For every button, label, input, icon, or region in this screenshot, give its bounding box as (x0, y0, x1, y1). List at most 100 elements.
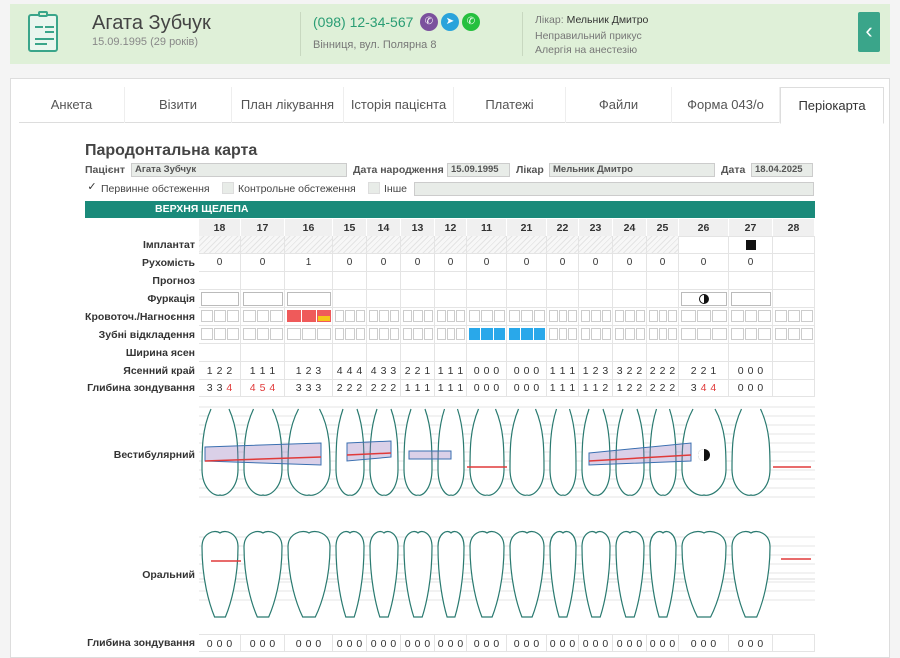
cell-bleeding[interactable] (507, 308, 547, 326)
gingival_margin-value[interactable]: 0 (524, 365, 530, 377)
plaque-box[interactable] (731, 328, 744, 340)
probing_depth-value[interactable]: 0 (493, 382, 499, 394)
cell-probing_depth[interactable]: 000 (507, 379, 547, 397)
cell-bleeding[interactable] (199, 308, 241, 326)
bleeding-box[interactable] (712, 310, 727, 322)
patient-phone[interactable]: (098) 12-34-567 (313, 14, 413, 30)
cell-mobility[interactable]: 0 (333, 254, 367, 272)
bleeding-box[interactable] (256, 310, 270, 322)
plaque-box[interactable] (558, 328, 568, 340)
probing-depth-bottom-value[interactable]: 0 (583, 638, 589, 650)
cell-gingiva_width[interactable] (435, 344, 467, 362)
cell-implant[interactable] (507, 236, 547, 254)
bleeding-box[interactable] (625, 310, 635, 322)
cell-gingiva_width[interactable] (467, 344, 507, 362)
tooth-number[interactable]: 21 (507, 219, 547, 237)
gingival_margin-value[interactable]: 1 (710, 365, 716, 377)
cell-gingival_margin[interactable]: 322 (613, 362, 647, 380)
probing_depth-value[interactable]: 1 (448, 382, 454, 394)
cell-gingiva_width[interactable] (773, 344, 815, 362)
probing-depth-bottom-value[interactable]: 0 (448, 638, 454, 650)
gingival_margin-value[interactable]: 2 (691, 365, 697, 377)
cell-mobility[interactable]: 0 (729, 254, 773, 272)
cell-probing-depth-bottom[interactable]: 000 (679, 634, 729, 652)
plaque-box[interactable] (423, 328, 433, 340)
probing_depth-value[interactable]: 2 (660, 382, 666, 394)
probing-depth-bottom-value[interactable]: 0 (748, 638, 754, 650)
bleeding-box[interactable] (649, 310, 658, 322)
cell-gingival_margin[interactable]: 221 (679, 362, 729, 380)
bleeding-box[interactable] (403, 310, 413, 322)
cell-bleeding[interactable] (367, 308, 401, 326)
gingival_margin-value[interactable]: 4 (356, 365, 362, 377)
cell-plaque[interactable] (435, 326, 467, 344)
probing_depth-value[interactable]: 3 (306, 382, 312, 394)
gingival_margin-value[interactable]: 2 (593, 365, 599, 377)
probing_depth-value[interactable]: 2 (669, 382, 675, 394)
cell-bleeding[interactable] (241, 308, 285, 326)
cell-implant[interactable] (613, 236, 647, 254)
probing_depth-value[interactable]: 2 (347, 382, 353, 394)
gingival_margin-value[interactable]: 1 (438, 365, 444, 377)
cell-plaque[interactable] (199, 326, 241, 344)
cell-prognosis[interactable] (773, 272, 815, 290)
probing-depth-bottom-value[interactable]: 0 (550, 638, 556, 650)
plaque-box[interactable] (446, 328, 456, 340)
cell-plaque[interactable] (401, 326, 435, 344)
tooth-number[interactable]: 13 (401, 219, 435, 237)
probing-depth-bottom-value[interactable]: 0 (306, 638, 312, 650)
probing-depth-bottom-value[interactable]: 0 (347, 638, 353, 650)
cell-implant[interactable] (333, 236, 367, 254)
gingival_margin-value[interactable]: 4 (347, 365, 353, 377)
probing_depth-value[interactable]: 1 (569, 382, 575, 394)
cell-probing_depth[interactable]: 454 (241, 379, 285, 397)
plaque-box[interactable] (581, 328, 591, 340)
gingival_margin-value[interactable]: 0 (514, 365, 520, 377)
doctor-field[interactable]: Мельник Дмитро (549, 163, 715, 177)
cell-mobility[interactable]: 0 (435, 254, 467, 272)
cell-mobility[interactable]: 0 (199, 254, 241, 272)
cell-probing_depth[interactable] (773, 379, 815, 397)
gingival_margin-value[interactable]: 1 (550, 365, 556, 377)
probing_depth-value[interactable]: 2 (371, 382, 377, 394)
plaque-box[interactable] (568, 328, 577, 340)
probing-depth-bottom-value[interactable]: 0 (371, 638, 377, 650)
bleeding-box[interactable] (758, 310, 771, 322)
whatsapp-icon[interactable]: ✆ (462, 13, 480, 31)
cell-probing-depth-bottom[interactable]: 000 (401, 634, 435, 652)
probing_depth-value[interactable]: 4 (226, 382, 232, 394)
bleeding-box[interactable] (446, 310, 456, 322)
cell-furcation[interactable] (241, 290, 285, 308)
cell-prognosis[interactable] (199, 272, 241, 290)
cell-bleeding[interactable] (467, 308, 507, 326)
cell-plaque[interactable] (467, 326, 507, 344)
tab-6[interactable]: Форма 043/о (672, 87, 780, 123)
gingival_margin-value[interactable]: 3 (390, 365, 396, 377)
control-checkbox[interactable] (222, 182, 234, 194)
plaque-box[interactable] (302, 328, 316, 340)
bleeding-box[interactable] (379, 310, 389, 322)
tab-0[interactable]: Анкета (19, 87, 125, 123)
probing_depth-value[interactable]: 3 (207, 382, 213, 394)
gingival_margin-value[interactable]: 2 (306, 365, 312, 377)
cell-plaque[interactable] (547, 326, 579, 344)
bleeding-box[interactable] (775, 310, 787, 322)
furcation-box[interactable] (731, 292, 771, 306)
cell-probing_depth[interactable]: 333 (285, 379, 333, 397)
bleeding-box[interactable] (227, 310, 239, 322)
furcation-box[interactable] (201, 292, 239, 306)
cell-gingiva_width[interactable] (547, 344, 579, 362)
cell-probing-depth-bottom[interactable]: 000 (285, 634, 333, 652)
probing_depth-value[interactable]: 2 (636, 382, 642, 394)
cell-furcation[interactable] (579, 290, 613, 308)
plaque-box[interactable] (481, 328, 493, 340)
probing-depth-bottom-value[interactable]: 0 (457, 638, 463, 650)
cell-prognosis[interactable] (507, 272, 547, 290)
gingival_margin-value[interactable]: 1 (269, 365, 275, 377)
probing-depth-bottom-value[interactable]: 0 (474, 638, 480, 650)
plaque-box[interactable] (591, 328, 601, 340)
tooth-12[interactable] (437, 408, 465, 618)
plaque-box[interactable] (270, 328, 283, 340)
gingival_margin-value[interactable]: 1 (424, 365, 430, 377)
plaque-box[interactable] (287, 328, 301, 340)
